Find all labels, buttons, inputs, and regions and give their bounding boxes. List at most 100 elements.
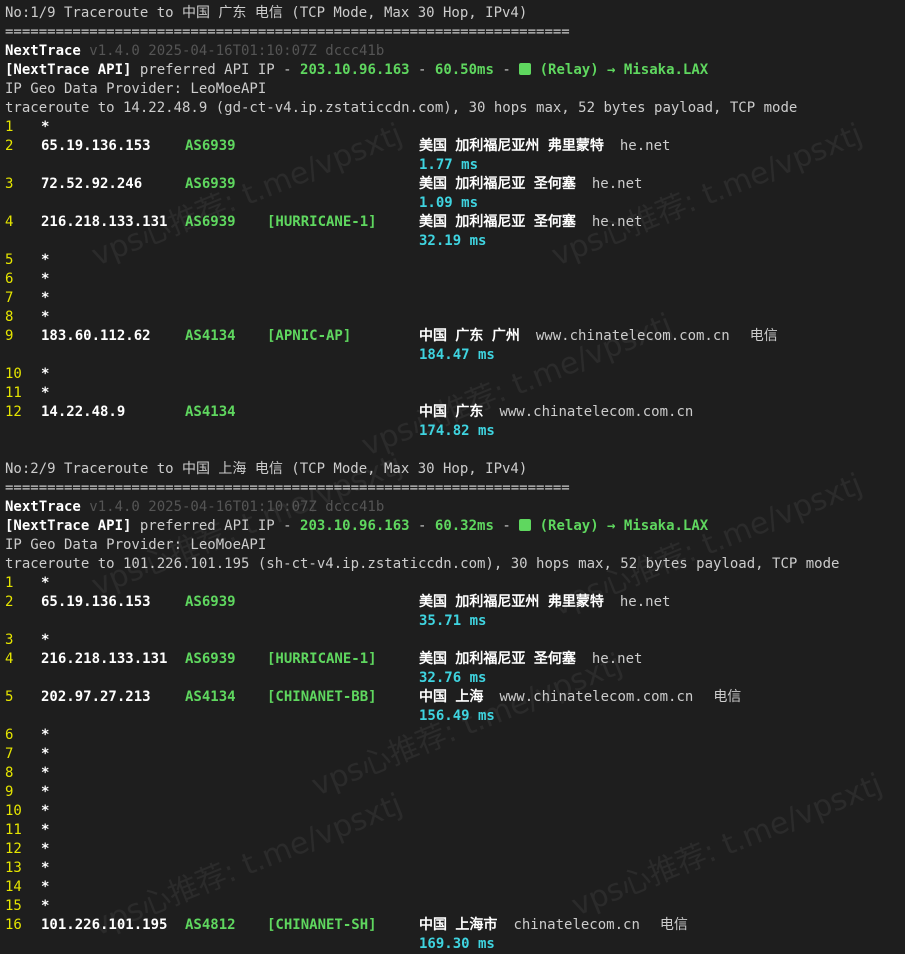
hop-number: 8	[5, 765, 14, 781]
hop-latency: 32.19 ms	[419, 233, 487, 249]
hop-asn: AS6939	[185, 214, 236, 230]
hop-row: 16 101.226.101.195 AS4812 [CHINANET-SH] 中国 上…	[5, 916, 905, 935]
hop-latency: 1.77 ms	[419, 157, 479, 173]
hop-number: 1	[5, 575, 14, 591]
hop-latency-row: 1.77 ms	[5, 156, 905, 175]
hop-row: 11 *	[5, 384, 905, 403]
geo-provider-text: IP Geo Data Provider: LeoMoeAPI	[5, 81, 267, 97]
hop-latency: 184.47 ms	[419, 347, 495, 363]
hop-row: 2 65.19.136.153 AS6939 美国 加利福尼亚州 弗里蒙特 he.net	[5, 593, 905, 612]
terminal-output[interactable]: No:1/9 Traceroute to 中国 广东 电信 (TCP Mode,…	[5, 4, 905, 954]
hop-asn: AS6939	[185, 594, 236, 610]
api-text: preferred API IP -	[131, 518, 301, 534]
hop-asn: AS6939	[185, 138, 236, 154]
hop-timeout: *	[41, 366, 50, 382]
hop-timeout: *	[41, 575, 50, 591]
hop-host: he.net	[619, 594, 671, 610]
hop-row: 3 *	[5, 631, 905, 650]
hop-row: 1 *	[5, 574, 905, 593]
separator-rule: ========================================…	[5, 24, 570, 40]
hop-number: 6	[5, 271, 14, 287]
api-dash-2: -	[493, 518, 520, 534]
hop-host: www.chinatelecom.com.cn	[499, 404, 694, 420]
api-text: preferred API IP -	[131, 62, 301, 78]
hop-number: 8	[5, 309, 14, 325]
hop-row: 10 *	[5, 365, 905, 384]
traceroute-line: traceroute to 14.22.48.9 (gd-ct-v4.ip.zs…	[5, 99, 905, 118]
hop-number: 10	[5, 366, 22, 382]
api-label: [NextTrace API]	[5, 518, 132, 534]
hop-timeout: *	[41, 822, 50, 838]
hop-isp: 电信	[659, 917, 688, 933]
hop-row: 2 65.19.136.153 AS6939 美国 加利福尼亚州 弗里蒙特 he.net	[5, 137, 905, 156]
hop-timeout: *	[41, 727, 50, 743]
hop-latency-row: 35.71 ms	[5, 612, 905, 631]
hop-latency-row: 1.09 ms	[5, 194, 905, 213]
hop-number: 7	[5, 746, 14, 762]
hop-latency-row: 32.19 ms	[5, 232, 905, 251]
hop-geo: 中国 上海市	[419, 917, 498, 933]
hop-host: he.net	[619, 138, 671, 154]
hop-timeout: *	[41, 271, 50, 287]
nexttrace-version: v1.4.0 2025-04-16T01:10:07Z dccc41b	[80, 499, 385, 515]
hop-row: 6 *	[5, 726, 905, 745]
geo-provider-text: IP Geo Data Provider: LeoMoeAPI	[5, 537, 267, 553]
hop-row: 9 *	[5, 783, 905, 802]
hop-latency-row: 156.49 ms	[5, 707, 905, 726]
hop-ip: 202.97.27.213	[41, 689, 151, 705]
hop-asn: AS4134	[185, 689, 236, 705]
api-line: [NextTrace API] preferred API IP - 203.1…	[5, 61, 905, 80]
hop-timeout: *	[41, 119, 50, 135]
hop-ip: 72.52.92.246	[41, 176, 143, 192]
hop-host: www.chinatelecom.com.cn	[535, 328, 730, 344]
hop-timeout: *	[41, 860, 50, 876]
hop-asn: AS4134	[185, 328, 236, 344]
hop-row: 7 *	[5, 289, 905, 308]
hop-row: 8 *	[5, 764, 905, 783]
api-relay: (Relay) → Misaka.LAX	[531, 62, 709, 78]
hop-number: 3	[5, 176, 14, 192]
hop-number: 2	[5, 138, 14, 154]
hop-number: 15	[5, 898, 22, 914]
hop-number: 9	[5, 784, 14, 800]
api-line: [NextTrace API] preferred API IP - 203.1…	[5, 517, 905, 536]
hop-ip: 14.22.48.9	[41, 404, 126, 420]
hop-number: 1	[5, 119, 14, 135]
hop-timeout: *	[41, 746, 50, 762]
hop-number: 5	[5, 689, 14, 705]
traceroute-line: traceroute to 101.226.101.195 (sh-ct-v4.…	[5, 555, 905, 574]
hop-geo: 美国 加利福尼亚 圣何塞	[419, 214, 576, 230]
hop-number: 4	[5, 214, 14, 230]
hop-geo: 中国 广东	[419, 404, 484, 420]
hop-row: 15 *	[5, 897, 905, 916]
hop-host: he.net	[591, 651, 643, 667]
nexttrace-version: v1.4.0 2025-04-16T01:10:07Z dccc41b	[80, 43, 385, 59]
separator: ========================================…	[5, 23, 905, 42]
hop-timeout: *	[41, 252, 50, 268]
hop-number: 9	[5, 328, 14, 344]
api-ip: 203.10.96.163	[300, 518, 410, 534]
hop-number: 16	[5, 917, 22, 933]
hop-number: 4	[5, 651, 14, 667]
hop-number: 12	[5, 841, 22, 857]
hop-row: 6 *	[5, 270, 905, 289]
api-latency: 60.32ms	[434, 518, 494, 534]
geo-provider: IP Geo Data Provider: LeoMoeAPI	[5, 80, 905, 99]
hop-ip: 216.218.133.131	[41, 214, 168, 230]
separator: ========================================…	[5, 479, 905, 498]
hop-timeout: *	[41, 765, 50, 781]
api-latency: 60.50ms	[434, 62, 494, 78]
hop-ip: 101.226.101.195	[41, 917, 168, 933]
section-title: No:2/9 Traceroute to 中国 上海 电信 (TCP Mode,…	[5, 461, 528, 477]
hop-latency-row: 169.30 ms	[5, 935, 905, 954]
hop-host: he.net	[591, 214, 643, 230]
hop-row: 9 183.60.112.62 AS4134 [APNIC-AP] 中国 广东 广州 ww…	[5, 327, 905, 346]
hop-ip: 65.19.136.153	[41, 138, 151, 154]
hop-geo: 美国 加利福尼亚州 弗里蒙特	[419, 594, 604, 610]
hop-ip: 65.19.136.153	[41, 594, 151, 610]
hop-latency-row: 184.47 ms	[5, 346, 905, 365]
hop-isp: 电信	[713, 689, 742, 705]
hop-number: 14	[5, 879, 22, 895]
hop-number: 12	[5, 404, 22, 420]
